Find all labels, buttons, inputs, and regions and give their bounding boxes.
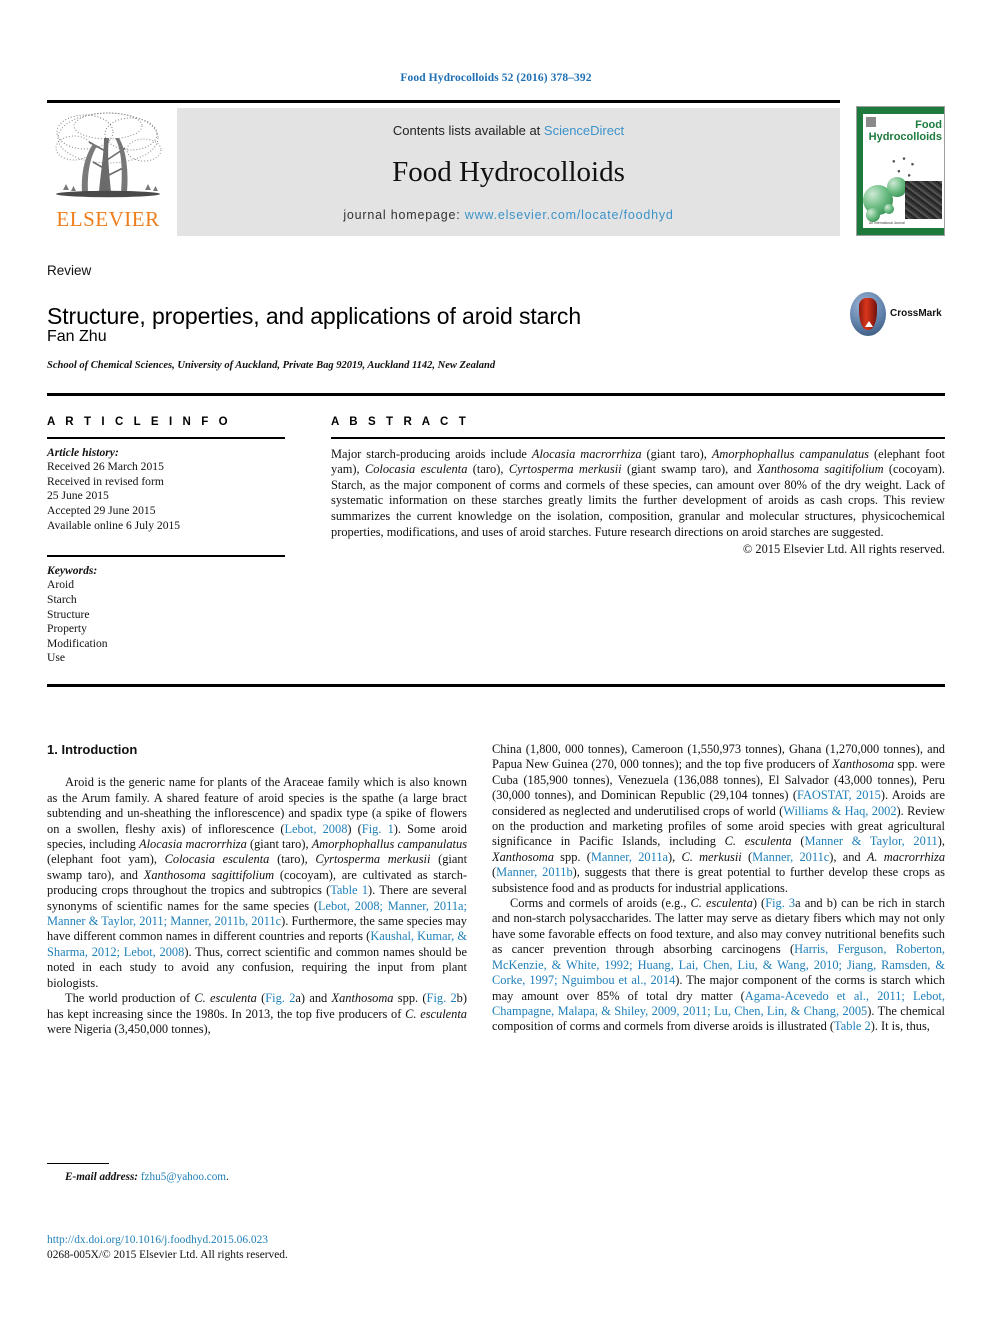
contents-line: Contents lists available at ScienceDirec… [177, 123, 840, 138]
email-link[interactable]: fzhu5@yahoo.com [141, 1171, 226, 1183]
cover-sphere-small [866, 208, 880, 222]
citation-link[interactable]: Manner, 2011b [496, 865, 573, 879]
masthead-top-rule [47, 100, 840, 103]
body-column-right: China (1,800, 000 tonnes), Cameroon (1,5… [492, 742, 945, 1035]
abstract-column: A B S T R A C T Major starch-producing a… [331, 416, 945, 557]
cover-title: Food Hydrocolloids [863, 119, 944, 143]
citation-link[interactable]: Kaushal, Kumar, & Sharma, 2012; Lebot, 2… [47, 929, 467, 958]
keyword-item: Structure [47, 607, 90, 621]
citation-link[interactable]: Manner, 2011a [591, 850, 668, 864]
citation-link[interactable]: Harris, Ferguson, Roberton, McKenzie, & … [492, 942, 945, 987]
footnote-block: E-mail address: fzhu5@yahoo.com. [47, 1163, 467, 1183]
article-history-item: Available online 6 July 2015 [47, 518, 181, 532]
citation-link[interactable]: Manner, 2011c [752, 850, 829, 864]
citation-link[interactable]: Agama-Acevedo et al., 2011; Lebot, Champ… [492, 989, 945, 1018]
keywords-block: Keywords: Aroid Starch Structure Propert… [47, 564, 285, 666]
cover-title-line2: Hydrocolloids [868, 131, 942, 143]
paragraph: China (1,800, 000 tonnes), Cameroon (1,5… [492, 742, 946, 895]
figure-link[interactable]: Fig. 2 [427, 991, 457, 1005]
crossmark-arrow-icon [865, 321, 873, 327]
sciencedirect-band: Contents lists available at ScienceDirec… [177, 108, 840, 236]
running-head: Food Hydrocolloids 52 (2016) 378–392 [400, 72, 592, 84]
email-footnote: E-mail address: fzhu5@yahoo.com. [47, 1171, 467, 1183]
cover-micrograph [905, 181, 942, 219]
footnote-rule [47, 1163, 109, 1165]
journal-masthead: ELSEVIER Contents lists available at Sci… [47, 100, 945, 240]
elsevier-logo[interactable]: ELSEVIER [47, 108, 169, 236]
journal-title: Food Hydrocolloids [392, 156, 625, 188]
body-column-left: 1. Introduction Aroid is the generic nam… [47, 742, 467, 1037]
cover-caption: An International Journal [869, 221, 905, 225]
paragraph: Corms and cormels of aroids (e.g., C. es… [492, 896, 945, 1034]
article-doctype: Review [47, 263, 92, 278]
sciencedirect-link[interactable]: ScienceDirect [544, 123, 624, 138]
journal-homepage-url[interactable]: www.elsevier.com/locate/foodhyd [465, 208, 674, 222]
cover-top-bar [857, 107, 944, 114]
article-history-item: Received 26 March 2015 [47, 460, 164, 474]
citation-link[interactable]: FAOSTAT, 2015 [797, 788, 881, 802]
abstract-heading: A B S T R A C T [331, 416, 470, 428]
figure-link[interactable]: Fig. 2 [265, 991, 295, 1005]
cover-sphere-tiny [884, 204, 894, 214]
abstract-rule [331, 437, 945, 439]
article-info-column: A R T I C L E I N F O Article history: R… [47, 416, 285, 666]
crossmark-label: CrossMark [890, 308, 942, 319]
issn-copyright-line: 0268-005X/© 2015 Elsevier Ltd. All right… [47, 1249, 288, 1261]
cover-title-line1: Food [915, 119, 942, 131]
keywords-label: Keywords: [47, 563, 98, 577]
journal-homepage-label: journal homepage: [343, 208, 465, 222]
article-info-spacer [47, 533, 285, 546]
crossmark-badge[interactable]: CrossMark [850, 292, 946, 338]
figure-link[interactable]: Fig. 1 [362, 822, 394, 836]
article-page: Food Hydrocolloids 52 (2016) 378–392 ELS… [0, 0, 992, 1323]
paragraph: Aroid is the generic name for plants of … [47, 775, 468, 990]
article-history-item: 25 June 2015 [47, 489, 109, 503]
page-title: Structure, properties, and applications … [47, 303, 582, 330]
keyword-item: Property [47, 622, 87, 636]
paragraph: The world production of C. esculenta (Fi… [47, 991, 467, 1036]
elsevier-tree-icon [49, 108, 167, 206]
citation-link[interactable]: Lebot, 2008; Manner, 2011a; Manner & Tay… [47, 899, 467, 928]
keywords-rule [47, 555, 285, 557]
imprint-block: http://dx.doi.org/10.1016/j.foodhyd.2015… [47, 1233, 477, 1263]
keyword-item: Starch [47, 592, 77, 606]
citation-link[interactable]: Manner & Taylor, 2011 [804, 834, 937, 848]
article-history-label: Article history: [47, 445, 119, 459]
article-history-item: Received in revised form [47, 474, 164, 488]
table-link[interactable]: Table 1 [330, 883, 368, 897]
citation-link[interactable]: Lebot, 2008 [284, 822, 347, 836]
journal-homepage-line: journal homepage: www.elsevier.com/locat… [177, 208, 840, 222]
keyword-item: Aroid [47, 578, 75, 592]
article-history-item: Accepted 29 June 2015 [47, 503, 156, 517]
email-label: E-mail address: [65, 1171, 139, 1184]
article-history-block: Article history: Received 26 March 2015 … [47, 446, 285, 534]
contents-prefix: Contents lists available at [392, 123, 544, 138]
abstract-copyright: © 2015 Elsevier Ltd. All rights reserved… [742, 542, 945, 557]
cover-bottom-bar [857, 228, 944, 235]
table-link[interactable]: Table 2 [834, 1019, 871, 1033]
section-heading-introduction: 1. Introduction [47, 742, 138, 757]
keyword-item: Use [47, 651, 66, 665]
cover-sphere-medium [887, 177, 907, 197]
elsevier-wordmark: ELSEVIER [56, 207, 160, 231]
abstract-block-bottom-rule [47, 684, 945, 687]
article-info-rule [47, 437, 285, 439]
citation-link[interactable]: Williams & Haq, 2002 [783, 804, 896, 818]
keyword-item: Modification [47, 636, 108, 650]
affiliation: School of Chemical Sciences, University … [47, 360, 496, 371]
title-block-rule [47, 393, 945, 396]
crossmark-icon [850, 292, 886, 336]
author-list: Fan Zhu [47, 328, 107, 345]
doi-link[interactable]: http://dx.doi.org/10.1016/j.foodhyd.2015… [47, 1233, 477, 1248]
journal-cover-thumbnail[interactable]: Food Hydrocolloids An International Jour… [856, 106, 945, 236]
article-info-heading: A R T I C L E I N F O [47, 416, 232, 428]
email-trailing-period: . [226, 1171, 229, 1184]
figure-link[interactable]: Fig. 3 [765, 896, 795, 910]
abstract-text: Major starch-producing aroids include Al… [331, 446, 945, 539]
